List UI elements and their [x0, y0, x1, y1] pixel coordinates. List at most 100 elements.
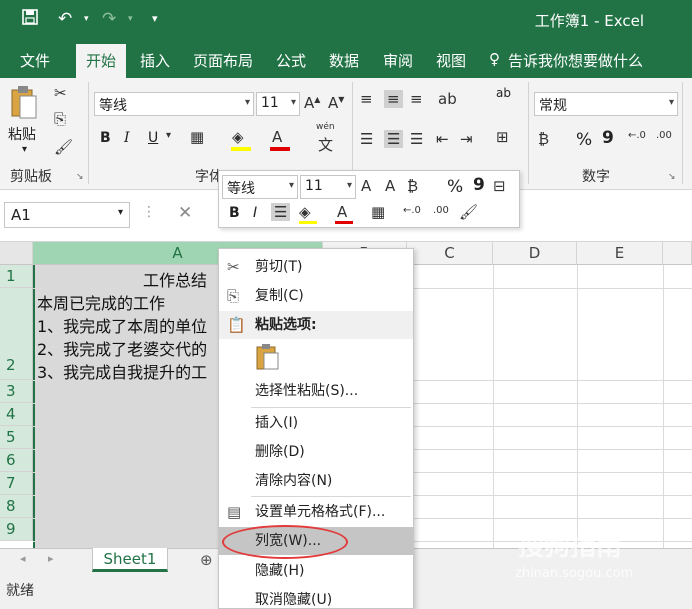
cut-icon[interactable]: ✂	[54, 84, 67, 102]
fill-color-icon[interactable]: ◈	[232, 128, 244, 146]
column-header-e[interactable]: E	[577, 242, 663, 265]
copy-icon[interactable]: ⎘	[54, 110, 66, 128]
tab-formulas[interactable]: 公式	[276, 50, 306, 71]
decrease-decimal-icon[interactable]: .00	[433, 205, 449, 216]
font-size-dropdown[interactable]: 11 ▾	[256, 92, 300, 116]
wrap-text-icon[interactable]: ab	[496, 86, 511, 100]
row-header-3[interactable]: 3	[0, 380, 33, 403]
align-middle-icon[interactable]: ≡	[384, 90, 403, 108]
select-all-corner[interactable]	[0, 242, 33, 265]
decrease-font-icon[interactable]: A▼	[328, 94, 344, 112]
align-top-icon[interactable]: ≡	[360, 90, 373, 108]
number-format-dropdown[interactable]: 常规 ▾	[534, 92, 678, 116]
menu-item-copy[interactable]: ⎘ 复制(C)	[219, 282, 413, 310]
number-launcher-icon[interactable]: ↘	[668, 172, 676, 182]
tab-home[interactable]: 开始	[76, 44, 127, 78]
cell-a2-line[interactable]: 3、我完成自我提升的工	[37, 359, 207, 383]
align-bottom-icon[interactable]: ≡	[410, 90, 423, 108]
row-header-5[interactable]: 5	[0, 426, 33, 449]
tab-view[interactable]: 视图	[436, 50, 466, 71]
increase-indent-icon[interactable]: ⇥	[460, 130, 473, 148]
decrease-decimal-icon[interactable]: .00	[656, 130, 672, 141]
mini-italic-button[interactable]: I	[253, 205, 257, 221]
menu-item-insert[interactable]: 插入(I)	[219, 409, 413, 437]
mini-font-name-dropdown[interactable]: 等线 ▾	[222, 175, 298, 199]
cell-a1[interactable]: 工作总结	[143, 267, 207, 291]
menu-item-clear-contents[interactable]: 清除内容(N)	[219, 467, 413, 495]
format-table-icon[interactable]: ⊟	[493, 177, 506, 195]
align-center-icon[interactable]: ☰	[384, 130, 404, 148]
tell-me-search[interactable]: 告诉我你想要做什么	[508, 50, 643, 71]
align-right-icon[interactable]: ☰	[410, 130, 423, 148]
cell-a2-line[interactable]: 1、我完成了本周的单位	[37, 313, 207, 337]
menu-item-delete[interactable]: 删除(D)	[219, 438, 413, 466]
currency-icon[interactable]: ₿	[407, 177, 418, 195]
decrease-indent-icon[interactable]: ⇤	[436, 130, 449, 148]
font-color-icon[interactable]: A	[337, 203, 347, 221]
menu-item-paste-special[interactable]: 选择性粘贴(S)...	[219, 377, 413, 405]
column-header-d[interactable]: D	[493, 242, 577, 265]
align-center-icon[interactable]: ☰	[271, 203, 291, 221]
underline-button[interactable]: U	[148, 130, 158, 146]
phonetic-char-icon[interactable]: 文	[318, 134, 333, 155]
mini-font-size-dropdown[interactable]: 11 ▾	[300, 175, 356, 199]
tab-data[interactable]: 数据	[329, 50, 359, 71]
row-header-2[interactable]: 2	[0, 288, 33, 380]
currency-icon[interactable]: ₿	[538, 130, 549, 148]
increase-font-icon[interactable]: A	[361, 177, 371, 195]
cell-a2-line[interactable]: 2、我完成了老婆交代的	[37, 336, 207, 360]
decrease-font-icon[interactable]: A	[385, 177, 395, 195]
border-icon[interactable]: ▦	[190, 128, 204, 146]
mini-comma-button[interactable]: 9	[473, 175, 485, 195]
align-left-icon[interactable]: ☰	[360, 130, 373, 148]
menu-item-hide[interactable]: 隐藏(H)	[219, 557, 413, 585]
sheet-tab-sheet1[interactable]: Sheet1	[92, 548, 168, 572]
column-header-f[interactable]	[663, 242, 692, 265]
customize-qat-icon[interactable]: ▾	[152, 12, 158, 25]
row-header-9[interactable]: 9	[0, 518, 33, 541]
font-color-icon[interactable]: A	[272, 128, 282, 146]
percent-button[interactable]: %	[576, 130, 592, 150]
italic-button[interactable]: I	[124, 130, 130, 146]
row-header-8[interactable]: 8	[0, 495, 33, 518]
more-options-icon[interactable]: ⋮	[142, 204, 156, 220]
redo-icon[interactable]: ↷	[102, 9, 116, 29]
row-header-1[interactable]: 1	[0, 265, 33, 288]
row-header-6[interactable]: 6	[0, 449, 33, 472]
format-painter-icon[interactable]: 🖌	[459, 203, 478, 221]
menu-item-unhide[interactable]: 取消隐藏(U)	[219, 586, 413, 609]
paste-button-label[interactable]: 粘贴	[8, 124, 36, 144]
phonetic-icon[interactable]: wén	[316, 122, 335, 132]
tab-file[interactable]: 文件	[20, 50, 50, 71]
cancel-icon[interactable]: ✕	[178, 203, 192, 223]
clipboard-launcher-icon[interactable]: ↘	[76, 172, 84, 182]
column-header-c[interactable]: C	[407, 242, 493, 265]
name-box[interactable]: A1 ▾	[4, 202, 130, 228]
chevron-down-icon[interactable]: ▾	[166, 130, 171, 141]
add-sheet-icon[interactable]: ⊕	[200, 551, 213, 569]
save-icon[interactable]	[22, 9, 38, 30]
orientation-icon[interactable]: ab	[438, 90, 457, 108]
tab-insert[interactable]: 插入	[140, 50, 170, 71]
increase-decimal-icon[interactable]: ←.0	[628, 130, 646, 141]
cell-a2-line[interactable]: 本周已完成的工作	[37, 290, 165, 314]
menu-item-format-cells[interactable]: ▤ 设置单元格格式(F)...	[219, 498, 413, 526]
font-name-dropdown[interactable]: 等线 ▾	[94, 92, 254, 116]
row-header-7[interactable]: 7	[0, 472, 33, 495]
bold-button[interactable]: B	[100, 130, 111, 146]
scroll-right-icon[interactable]: ▸	[48, 552, 54, 565]
border-icon[interactable]: ▦	[371, 203, 385, 221]
mini-percent-button[interactable]: %	[447, 177, 463, 197]
increase-decimal-icon[interactable]: ←.0	[403, 205, 421, 216]
paste-icon[interactable]	[10, 84, 38, 124]
paste-dropdown-icon[interactable]: ▾	[22, 144, 27, 155]
mini-bold-button[interactable]: B	[229, 205, 240, 221]
scroll-left-icon[interactable]: ◂	[20, 552, 26, 565]
increase-font-icon[interactable]: A▲	[304, 94, 320, 112]
format-painter-icon[interactable]: 🖌	[54, 138, 73, 156]
paste-option-icon[interactable]	[255, 343, 281, 375]
fill-color-icon[interactable]: ◈	[299, 203, 311, 221]
comma-button[interactable]: 9	[602, 128, 614, 148]
tab-page-layout[interactable]: 页面布局	[193, 50, 253, 71]
menu-item-cut[interactable]: ✂ 剪切(T)	[219, 253, 413, 281]
